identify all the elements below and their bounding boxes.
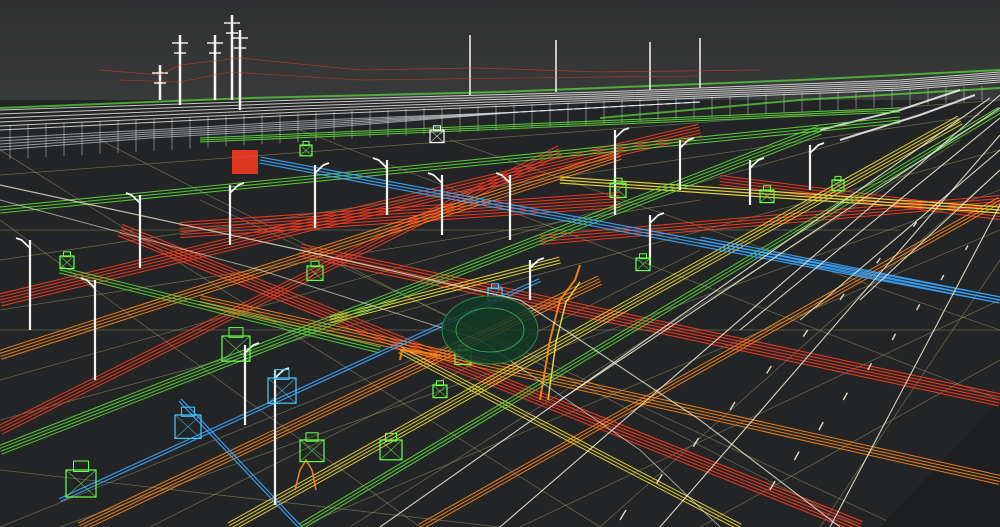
wireframe-scene — [0, 0, 1000, 527]
red-structure-block — [232, 150, 258, 174]
underground-tank — [441, 295, 539, 365]
scene-canvas — [0, 0, 1000, 527]
sky — [0, 0, 1000, 110]
